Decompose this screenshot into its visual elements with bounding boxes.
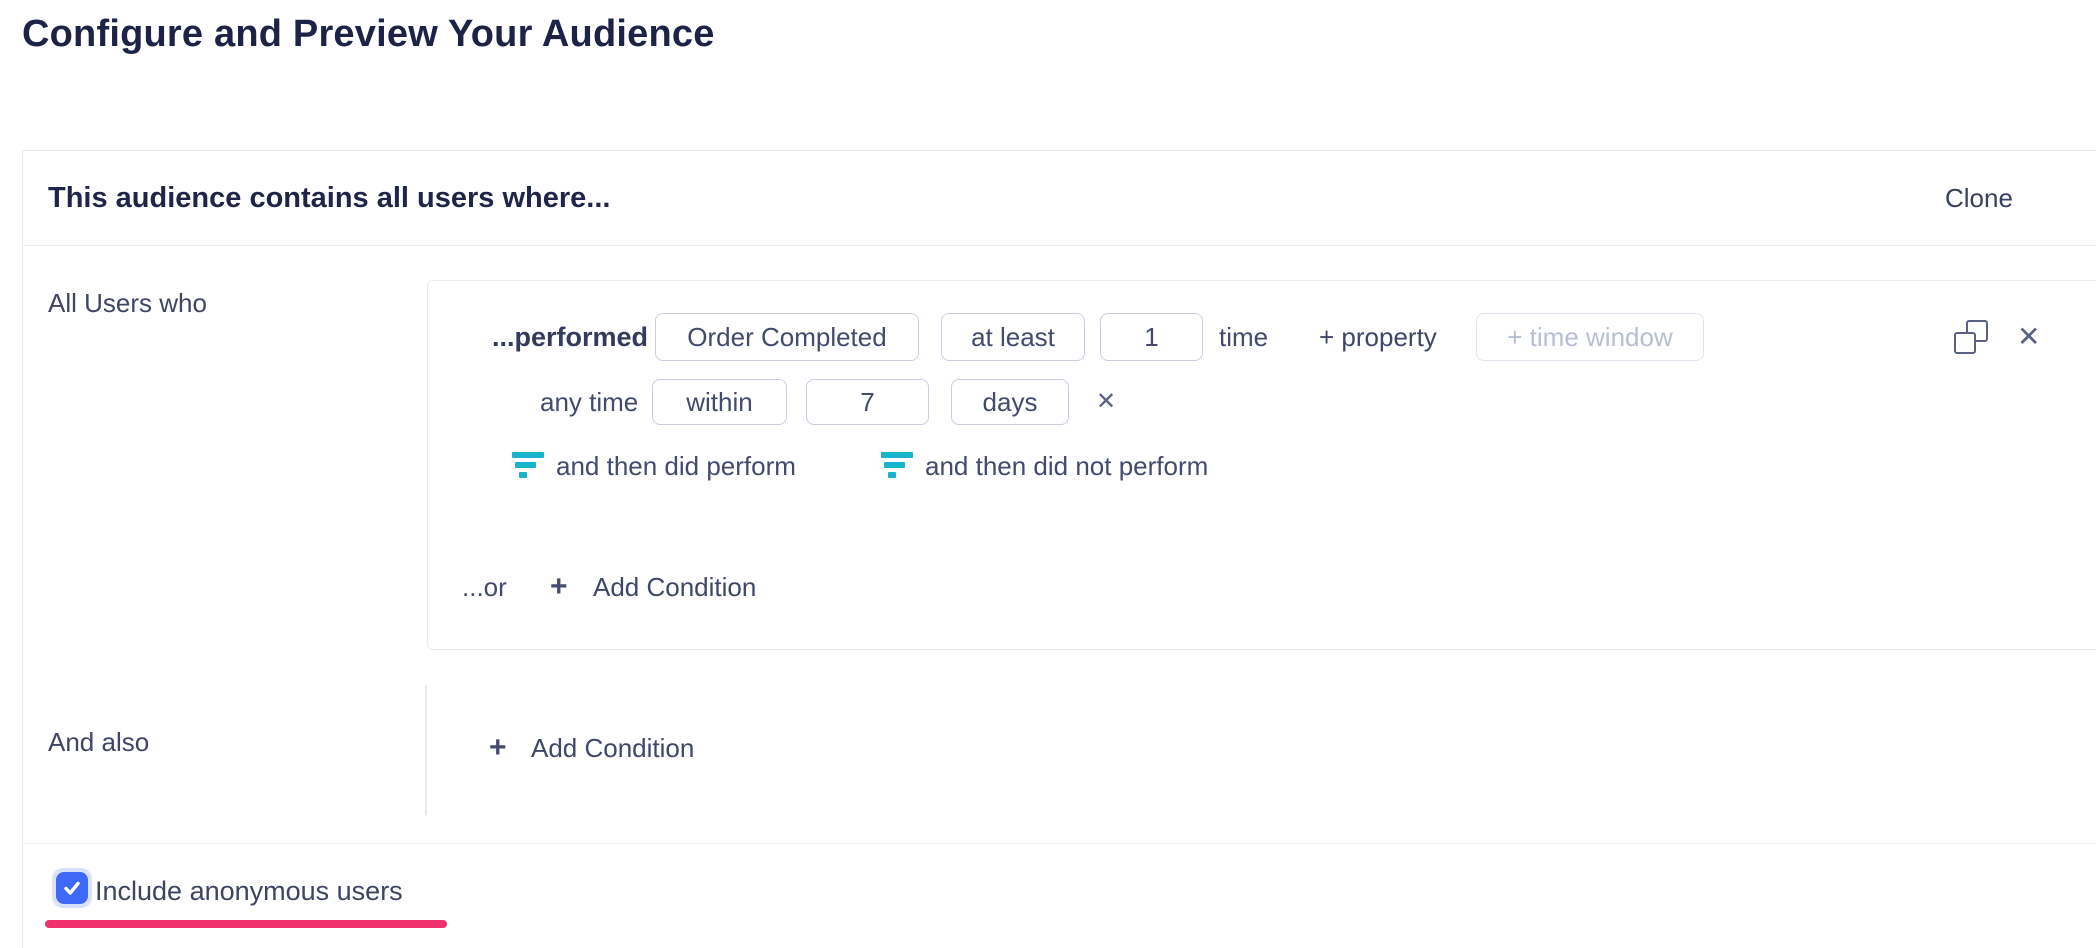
frequency-select-button[interactable]: at least — [941, 313, 1085, 361]
footer-divider — [23, 843, 2096, 844]
event-select-button[interactable]: Order Completed — [655, 313, 919, 361]
or-add-condition-row: ...or + Add Condition — [428, 571, 2096, 603]
include-anonymous-label[interactable]: Include anonymous users — [95, 876, 403, 907]
card-header-title: This audience contains all users where..… — [48, 150, 610, 246]
condition-group-box: ...performed Order Completed at least ti… — [427, 280, 2096, 650]
plus-icon: + — [550, 572, 568, 602]
all-users-who-label: All Users who — [48, 288, 207, 319]
time-unit-button[interactable]: days — [951, 379, 1069, 425]
check-icon — [62, 878, 82, 898]
add-condition-button[interactable]: Add Condition — [593, 571, 756, 603]
time-window-value-input[interactable] — [806, 379, 929, 425]
count-input[interactable] — [1100, 313, 1203, 361]
funnel-filter-icon — [881, 452, 913, 480]
checkbox-box — [56, 872, 88, 904]
and-then-did-perform-link[interactable]: and then did perform — [556, 451, 796, 481]
anytime-label: any time — [540, 379, 638, 425]
event-condition-row: ...performed Order Completed at least ti… — [428, 313, 2096, 361]
card-header: This audience contains all users where..… — [22, 150, 2096, 246]
and-also-divider — [425, 685, 427, 815]
count-unit-label: time — [1219, 313, 1268, 361]
performed-label: ...performed — [492, 313, 648, 361]
and-also-label: And also — [48, 727, 149, 758]
and-then-did-not-perform-link[interactable]: and then did not perform — [925, 451, 1208, 481]
add-property-link[interactable]: + property — [1319, 313, 1437, 361]
duplicate-icon[interactable] — [1954, 320, 1988, 354]
add-condition-button-and-also[interactable]: Add Condition — [531, 732, 694, 764]
or-label: ...or — [462, 571, 507, 603]
remove-time-window-icon[interactable]: ✕ — [1096, 379, 1116, 425]
clone-button[interactable]: Clone — [1945, 150, 2013, 246]
duplicate-icon-front-square — [1954, 332, 1976, 354]
header-divider — [23, 245, 2096, 246]
annotation-underline — [45, 920, 447, 928]
remove-condition-icon[interactable]: ✕ — [2017, 313, 2040, 361]
time-window-row: any time within days ✕ — [428, 379, 2096, 425]
funnel-filter-icon — [512, 452, 544, 480]
page-title: Configure and Preview Your Audience — [22, 13, 715, 56]
plus-icon: + — [489, 733, 507, 763]
audience-builder-page: Configure and Preview Your Audience This… — [0, 0, 2096, 948]
add-time-window-button[interactable]: + time window — [1476, 313, 1704, 361]
then-links-row: and then did perform and then did not pe… — [428, 451, 2096, 481]
time-operator-button[interactable]: within — [652, 379, 787, 425]
include-anonymous-checkbox[interactable] — [52, 868, 92, 908]
